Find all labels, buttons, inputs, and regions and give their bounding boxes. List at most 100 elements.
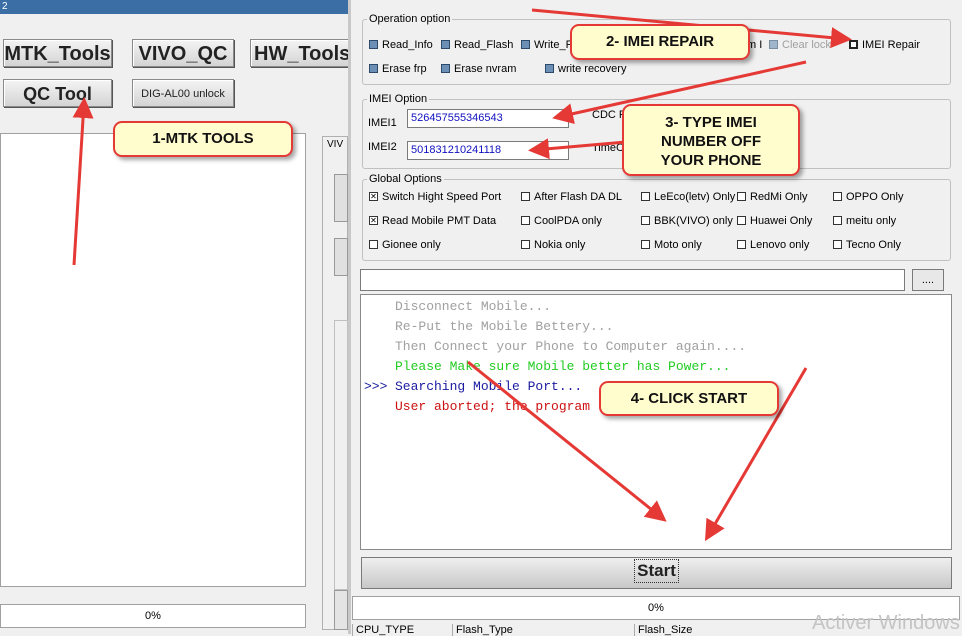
checkbox-box[interactable] — [521, 240, 530, 249]
checkbox-box[interactable] — [833, 240, 842, 249]
back-strip-button[interactable] — [334, 590, 348, 630]
lenovo-only-checkbox[interactable]: Lenovo only — [737, 238, 809, 252]
option-label: Read Mobile PMT Data — [382, 215, 497, 227]
option-label: BBK(VIVO) only — [654, 215, 733, 227]
back-progress-bar: 0% — [0, 604, 306, 628]
back-strip-group — [334, 320, 348, 590]
checkbox-box[interactable] — [849, 40, 858, 49]
checkbox-box[interactable] — [369, 64, 378, 73]
log-line: User aborted; the program — [395, 399, 591, 414]
huawei-only-checkbox[interactable]: Huawei Only — [737, 214, 812, 228]
checkbox-box[interactable] — [545, 64, 554, 73]
read-info-checkbox[interactable]: Read_Info — [369, 38, 433, 52]
checkbox-box[interactable] — [521, 216, 530, 225]
oppo-only-checkbox[interactable]: OPPO Only — [833, 190, 903, 204]
checkbox-box[interactable] — [441, 40, 450, 49]
callout-mtk-tools: 1-MTK TOOLS — [113, 121, 293, 157]
imei-repair-label: IMEI Repair — [862, 39, 921, 51]
checkbox-box[interactable] — [369, 240, 378, 249]
checkbox-box[interactable] — [641, 192, 650, 201]
operation-option-title: Operation option — [367, 13, 453, 25]
erase-nvram-label: Erase nvram — [454, 63, 517, 75]
back-strip-button[interactable] — [334, 174, 348, 222]
global-options-title: Global Options — [367, 173, 444, 185]
vivo-qc-button[interactable]: VIVO_QC — [132, 39, 234, 67]
log-line: Re-Put the Mobile Bettery... — [395, 319, 614, 334]
callout-imei-repair: 2- IMEI REPAIR — [570, 24, 750, 60]
back-strip-button[interactable] — [334, 238, 348, 276]
cdc-label: CDC F — [592, 109, 626, 121]
hw-tools-button[interactable]: HW_Tools — [250, 39, 350, 67]
coolpda-only-checkbox[interactable]: CoolPDA only — [521, 214, 602, 228]
log-line: Please Make sure Mobile better has Power… — [395, 359, 731, 374]
tecno-only-checkbox[interactable]: Tecno Only — [833, 238, 901, 252]
write-flash-checkbox[interactable]: Write_F — [521, 38, 572, 52]
checkbox-box[interactable] — [737, 216, 746, 225]
write-recovery-checkbox[interactable]: write recovery — [545, 62, 626, 76]
callout-click-start: 4- CLICK START — [599, 381, 779, 416]
option-label: Huawei Only — [750, 215, 813, 227]
erase-frp-label: Erase frp — [382, 63, 427, 75]
log-line: Searching Mobile Port... — [395, 379, 583, 394]
qc-tool-button[interactable]: QC Tool — [3, 79, 112, 107]
column-header-flash-size[interactable]: Flash_Size — [634, 624, 798, 636]
read-info-label: Read_Info — [382, 39, 433, 51]
column-header-cpu-type[interactable]: CPU_TYPE — [352, 624, 454, 636]
bbk-vivo-only-checkbox[interactable]: BBK(VIVO) only — [641, 214, 733, 228]
time-label: TimeC — [592, 142, 624, 154]
start-button[interactable]: Start — [361, 557, 952, 589]
checkbox-box[interactable] — [833, 216, 842, 225]
option-label: Gionee only — [382, 239, 441, 251]
checkbox-box[interactable] — [441, 64, 450, 73]
option-label: CoolPDA only — [534, 215, 602, 227]
imei-repair-checkbox[interactable]: IMEI Repair — [849, 38, 920, 52]
checkbox-box[interactable] — [737, 192, 746, 201]
option-label: Tecno Only — [846, 239, 902, 251]
checkbox-box[interactable] — [641, 240, 650, 249]
gionee-only-checkbox[interactable]: Gionee only — [369, 238, 441, 252]
read-mobile-pmt-data-checkbox[interactable]: Read Mobile PMT Data — [369, 214, 496, 228]
erase-frp-checkbox[interactable]: Erase frp — [369, 62, 427, 76]
mtk-tools-button[interactable]: MTK_Tools — [3, 39, 112, 67]
option-label: RedMi Only — [750, 191, 808, 203]
dig-al00-unlock-button[interactable]: DIG-AL00 unlock — [132, 79, 234, 107]
column-header-flash-type[interactable]: Flash_Type — [452, 624, 636, 636]
start-button-label: Start — [634, 559, 679, 583]
imei2-input[interactable]: 501831210241118 — [407, 141, 569, 160]
checkbox-box[interactable] — [521, 192, 530, 201]
checkbox-box[interactable] — [641, 216, 650, 225]
checkbox-box[interactable] — [769, 40, 778, 49]
imei1-input[interactable]: 526457555346543 — [407, 109, 569, 128]
checkbox-box[interactable] — [833, 192, 842, 201]
file-path-input[interactable] — [360, 269, 905, 291]
checkbox-box[interactable] — [369, 192, 378, 201]
log-prompt: >>> — [364, 379, 388, 394]
redmi-only-checkbox[interactable]: RedMi Only — [737, 190, 807, 204]
browse-button[interactable]: .... — [912, 269, 944, 291]
log-line: Then Connect your Phone to Computer agai… — [395, 339, 747, 354]
moto-only-checkbox[interactable]: Moto only — [641, 238, 702, 252]
activate-windows-watermark: Activer Windows — [812, 612, 960, 634]
option-label: Nokia only — [534, 239, 586, 251]
option-label: meitu only — [846, 215, 897, 227]
switch-high-speed-port-checkbox[interactable]: Switch Hight Speed Port — [369, 190, 501, 204]
after-flash-da-dl-checkbox[interactable]: After Flash DA DL — [521, 190, 622, 204]
clear-lock-checkbox[interactable]: Clear lock — [769, 38, 831, 52]
leeco-only-checkbox[interactable]: LeEco(letv) Only — [641, 190, 735, 204]
checkbox-box[interactable] — [521, 40, 530, 49]
read-flash-checkbox[interactable]: Read_Flash — [441, 38, 513, 52]
back-window-panel — [0, 133, 306, 587]
nokia-only-checkbox[interactable]: Nokia only — [521, 238, 585, 252]
erase-nvram-checkbox[interactable]: Erase nvram — [441, 62, 516, 76]
callout-type-imei: 3- TYPE IMEI NUMBER OFF YOUR PHONE — [622, 104, 800, 176]
checkbox-box[interactable] — [737, 240, 746, 249]
checkbox-box[interactable] — [369, 40, 378, 49]
checkbox-box[interactable] — [369, 216, 378, 225]
write-flash-label: Write_F — [534, 39, 573, 51]
meitu-only-checkbox[interactable]: meitu only — [833, 214, 896, 228]
option-label: LeEco(letv) Only — [654, 191, 736, 203]
read-flash-label: Read_Flash — [454, 39, 514, 51]
option-label: Moto only — [654, 239, 702, 251]
vivo-tab-label[interactable]: VIV — [327, 139, 343, 150]
option-label: After Flash DA DL — [534, 191, 623, 203]
